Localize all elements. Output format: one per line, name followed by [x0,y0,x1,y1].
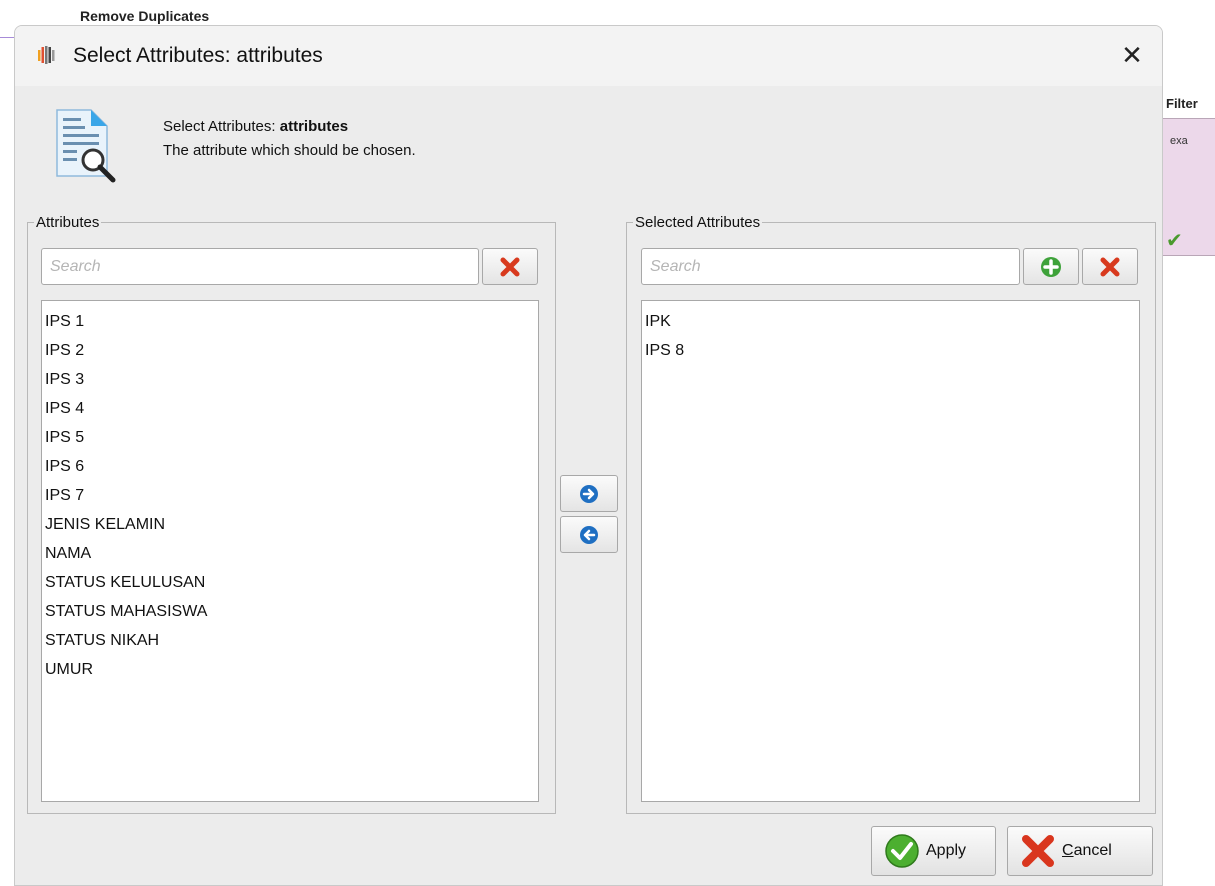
selected-attributes-list[interactable]: IPK IPS 8 [641,300,1140,802]
list-item[interactable]: IPS 4 [42,394,538,423]
list-item[interactable]: STATUS MAHASISWA [42,597,538,626]
red-x-icon [1022,835,1054,867]
list-item[interactable]: IPK [642,307,1139,336]
apply-button[interactable]: Apply [871,826,996,876]
document-search-icon [56,109,116,183]
list-item[interactable]: STATUS NIKAH [42,626,538,655]
move-right-button[interactable] [560,475,618,512]
list-item[interactable]: IPS 6 [42,452,538,481]
list-item[interactable]: UMUR [42,655,538,684]
attributes-list[interactable]: IPS 1 IPS 2 IPS 3 IPS 4 IPS 5 IPS 6 IPS 7 JENIS… [41,300,539,802]
filter-operator-title: Filter [1166,96,1198,111]
dialog-description: The attribute which should be chosen. [163,142,416,159]
header-param-name: attributes [279,118,349,135]
list-item[interactable]: IPS 1 [42,307,538,336]
close-icon: ✕ [1121,40,1143,70]
list-item[interactable]: IPS 5 [42,423,538,452]
filter-operator-text: exa [1170,135,1188,147]
cancel-button[interactable]: Cancel [1007,826,1153,876]
attributes-legend: Attributes [36,214,100,231]
arrow-left-icon [580,525,598,544]
list-item[interactable]: IPS 7 [42,481,538,510]
checkmark-icon: ✔ [1166,230,1183,252]
dialog-titlebar: Select Attributes: attributes ✕ [15,26,1162,86]
green-plus-icon [1041,256,1061,277]
list-item[interactable]: JENIS KELAMIN [42,510,538,539]
move-left-button[interactable] [560,516,618,553]
list-item[interactable]: IPS 8 [642,336,1139,365]
dialog-header-title: Select Attributes: attributes [163,118,348,135]
list-item[interactable]: IPS 2 [42,336,538,365]
attributes-search-input[interactable] [41,248,479,285]
apply-label: Apply [926,842,967,859]
green-check-icon [885,834,919,868]
header-prefix: Select Attributes: [163,118,280,135]
list-item[interactable]: STATUS KELULUSAN [42,568,538,597]
list-item[interactable]: NAMA [42,539,538,568]
cancel-label: Cancel [1062,842,1112,859]
operator-label-remove-duplicates: Remove Duplicates [80,8,210,24]
arrow-right-icon [580,484,598,503]
selected-attributes-legend: Selected Attributes [635,214,761,231]
clear-selected-search-button[interactable] [1082,248,1138,285]
selected-attributes-search-input[interactable] [641,248,1020,285]
dialog-title: Select Attributes: attributes [73,44,323,67]
red-x-icon [1100,257,1120,276]
list-item[interactable]: IPS 3 [42,365,538,394]
red-x-icon [500,257,520,276]
add-attribute-button[interactable] [1023,248,1079,285]
select-attributes-dialog: Select Attributes: attributes ✕ Select A… [14,25,1163,886]
rapidminer-app-icon [38,46,55,64]
close-button[interactable]: ✕ [1116,40,1148,72]
clear-attributes-search-button[interactable] [482,248,538,285]
